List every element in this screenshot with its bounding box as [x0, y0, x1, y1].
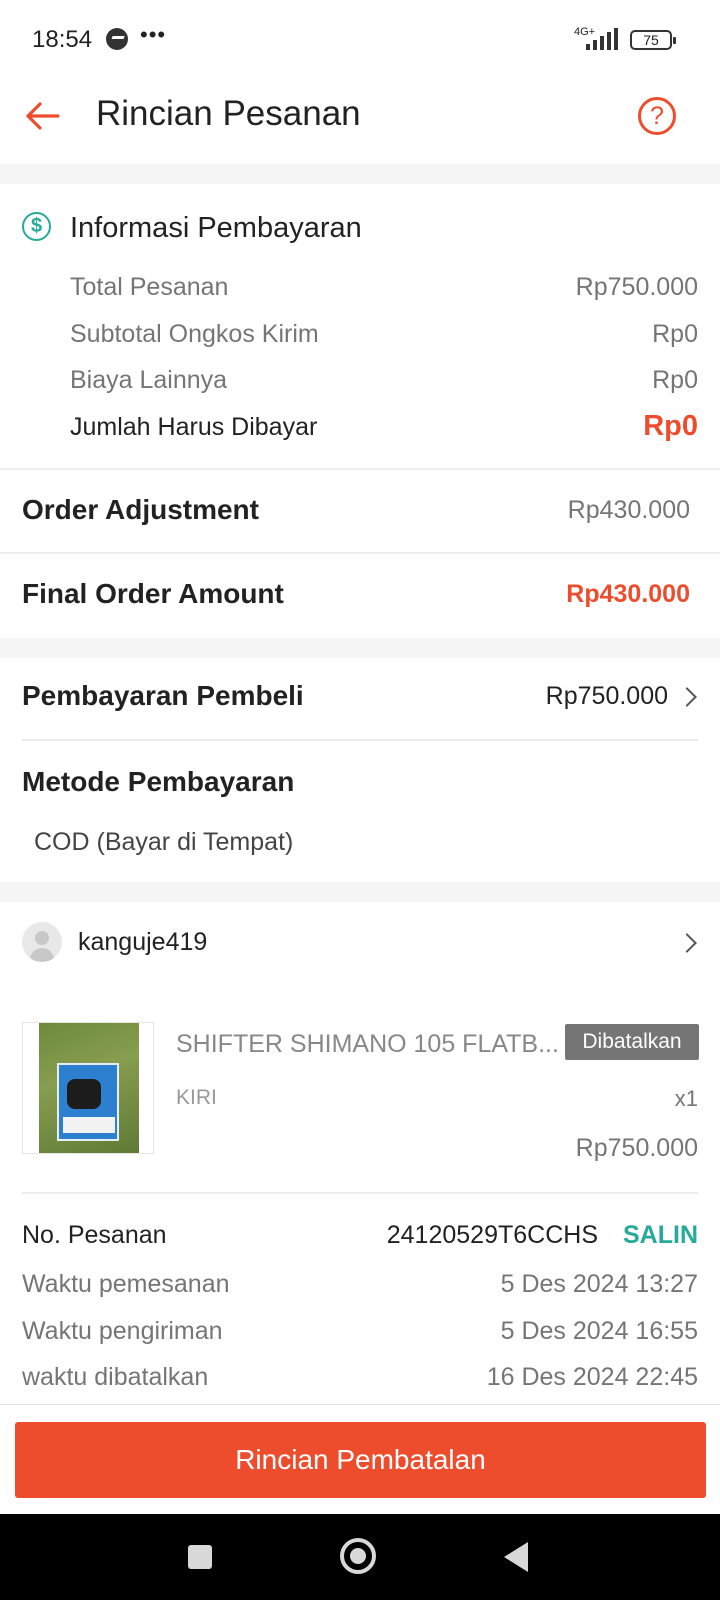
product-variant: KIRI [176, 1086, 217, 1109]
messenger-icon [106, 28, 128, 50]
status-time: 18:54 [32, 26, 93, 53]
buyer-row[interactable]: kanguje419 [0, 902, 720, 982]
product-thumbnail[interactable] [22, 1022, 154, 1154]
chevron-right-icon [677, 933, 697, 953]
payment-method-label: Metode Pembayaran [22, 766, 295, 797]
product-price: Rp750.000 [575, 1134, 698, 1162]
section-gap [0, 882, 720, 902]
total-order-value: Rp750.000 [575, 273, 698, 301]
help-icon[interactable]: ? [638, 97, 676, 135]
buyer-payment-label: Pembayaran Pembeli [22, 680, 304, 711]
product-name: SHIFTER SHIMANO 105 FLATB... [176, 1030, 559, 1058]
shipping-subtotal-value: Rp0 [652, 320, 698, 348]
buyer-username: kanguje419 [78, 928, 208, 956]
top-app-bar: Rincian Pesanan ? [0, 80, 720, 164]
payment-info-title: Informasi Pembayaran [70, 212, 362, 244]
order-adjustment-value: Rp430.000 [567, 496, 690, 524]
back-arrow-icon[interactable] [22, 96, 62, 136]
dollar-icon: $ [22, 212, 51, 241]
system-navigation-bar [0, 1514, 720, 1600]
payment-method-value: COD (Bayar di Tempat) [34, 828, 294, 856]
shipping-time-value: 5 Des 2024 16:55 [500, 1317, 698, 1345]
divider [0, 552, 720, 554]
order-number-label: No. Pesanan [22, 1221, 167, 1249]
buyer-payment-value: Rp750.000 [545, 682, 668, 710]
divider [0, 1404, 720, 1405]
divider [22, 739, 698, 741]
status-bar: 18:54 ••• 4G+ 75 [0, 0, 720, 80]
nav-home-icon[interactable] [340, 1538, 376, 1574]
final-order-amount-label: Final Order Amount [22, 578, 284, 609]
shipping-time-label: Waktu pengiriman [22, 1317, 223, 1345]
page-title: Rincian Pesanan [96, 94, 361, 133]
order-time-label: Waktu pemesanan [22, 1270, 230, 1298]
chevron-right-icon [677, 687, 697, 707]
product-image [39, 1023, 139, 1153]
avatar-icon [22, 922, 62, 962]
final-order-amount-value: Rp430.000 [566, 580, 690, 608]
other-fees-value: Rp0 [652, 366, 698, 394]
product-quantity: x1 [674, 1086, 698, 1111]
order-adjustment-label: Order Adjustment [22, 494, 259, 525]
cancel-time-value: 16 Des 2024 22:45 [486, 1363, 698, 1391]
battery-icon: 75 [630, 30, 676, 50]
divider [0, 468, 720, 470]
status-badge: Dibatalkan [565, 1024, 699, 1060]
nav-back-icon[interactable] [504, 1542, 528, 1572]
nav-square-icon[interactable] [188, 1545, 212, 1569]
amount-due-value: Rp0 [643, 410, 698, 442]
total-order-label: Total Pesanan [70, 273, 229, 301]
order-time-value: 5 Des 2024 13:27 [500, 1270, 698, 1298]
section-gap [0, 164, 720, 184]
more-notifications-icon: ••• [140, 22, 167, 47]
shipping-subtotal-label: Subtotal Ongkos Kirim [70, 320, 319, 348]
signal-icon [580, 28, 622, 50]
divider [22, 1192, 698, 1194]
buyer-payment-row[interactable]: Pembayaran Pembeli Rp750.000 [0, 658, 720, 740]
order-number-value: 24120529T6CCHS [386, 1221, 598, 1249]
other-fees-label: Biaya Lainnya [70, 366, 228, 394]
copy-button[interactable]: SALIN [623, 1221, 698, 1250]
cancellation-details-button[interactable]: Rincian Pembatalan [15, 1422, 706, 1498]
amount-due-label: Jumlah Harus Dibayar [70, 413, 318, 441]
section-gap [0, 638, 720, 658]
cancel-time-label: waktu dibatalkan [22, 1363, 209, 1391]
